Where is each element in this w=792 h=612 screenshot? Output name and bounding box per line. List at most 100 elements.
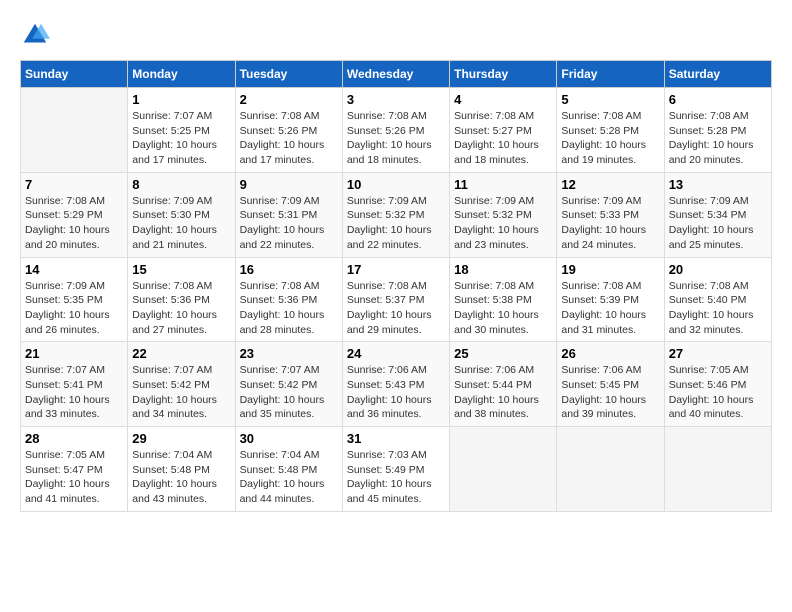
calendar-header: SundayMondayTuesdayWednesdayThursdayFrid…: [21, 61, 772, 88]
day-number: 2: [240, 92, 338, 107]
calendar-cell: 24 Sunrise: 7:06 AMSunset: 5:43 PMDaylig…: [342, 342, 449, 427]
day-number: 7: [25, 177, 123, 192]
day-info: Sunrise: 7:06 AMSunset: 5:45 PMDaylight:…: [561, 363, 659, 422]
day-info: Sunrise: 7:06 AMSunset: 5:44 PMDaylight:…: [454, 363, 552, 422]
calendar-cell: 16 Sunrise: 7:08 AMSunset: 5:36 PMDaylig…: [235, 257, 342, 342]
week-row-1: 7 Sunrise: 7:08 AMSunset: 5:29 PMDayligh…: [21, 172, 772, 257]
day-info: Sunrise: 7:09 AMSunset: 5:31 PMDaylight:…: [240, 194, 338, 253]
week-row-0: 1 Sunrise: 7:07 AMSunset: 5:25 PMDayligh…: [21, 88, 772, 173]
day-info: Sunrise: 7:08 AMSunset: 5:28 PMDaylight:…: [561, 109, 659, 168]
calendar-table: SundayMondayTuesdayWednesdayThursdayFrid…: [20, 60, 772, 512]
day-number: 23: [240, 346, 338, 361]
calendar-cell: 26 Sunrise: 7:06 AMSunset: 5:45 PMDaylig…: [557, 342, 664, 427]
calendar-cell: 6 Sunrise: 7:08 AMSunset: 5:28 PMDayligh…: [664, 88, 771, 173]
header-day-sunday: Sunday: [21, 61, 128, 88]
day-number: 18: [454, 262, 552, 277]
header-day-wednesday: Wednesday: [342, 61, 449, 88]
day-number: 24: [347, 346, 445, 361]
calendar-cell: 29 Sunrise: 7:04 AMSunset: 5:48 PMDaylig…: [128, 427, 235, 512]
calendar-cell: 7 Sunrise: 7:08 AMSunset: 5:29 PMDayligh…: [21, 172, 128, 257]
day-info: Sunrise: 7:08 AMSunset: 5:27 PMDaylight:…: [454, 109, 552, 168]
day-number: 21: [25, 346, 123, 361]
day-number: 25: [454, 346, 552, 361]
day-info: Sunrise: 7:08 AMSunset: 5:36 PMDaylight:…: [132, 279, 230, 338]
calendar-cell: [450, 427, 557, 512]
week-row-4: 28 Sunrise: 7:05 AMSunset: 5:47 PMDaylig…: [21, 427, 772, 512]
day-number: 10: [347, 177, 445, 192]
day-number: 4: [454, 92, 552, 107]
header-day-friday: Friday: [557, 61, 664, 88]
calendar-cell: 21 Sunrise: 7:07 AMSunset: 5:41 PMDaylig…: [21, 342, 128, 427]
page-header: [20, 20, 772, 50]
calendar-cell: 17 Sunrise: 7:08 AMSunset: 5:37 PMDaylig…: [342, 257, 449, 342]
calendar-cell: 23 Sunrise: 7:07 AMSunset: 5:42 PMDaylig…: [235, 342, 342, 427]
calendar-cell: 30 Sunrise: 7:04 AMSunset: 5:48 PMDaylig…: [235, 427, 342, 512]
day-number: 16: [240, 262, 338, 277]
day-info: Sunrise: 7:09 AMSunset: 5:35 PMDaylight:…: [25, 279, 123, 338]
calendar-cell: 10 Sunrise: 7:09 AMSunset: 5:32 PMDaylig…: [342, 172, 449, 257]
calendar-cell: 9 Sunrise: 7:09 AMSunset: 5:31 PMDayligh…: [235, 172, 342, 257]
calendar-cell: [664, 427, 771, 512]
day-info: Sunrise: 7:04 AMSunset: 5:48 PMDaylight:…: [132, 448, 230, 507]
calendar-cell: 22 Sunrise: 7:07 AMSunset: 5:42 PMDaylig…: [128, 342, 235, 427]
day-info: Sunrise: 7:08 AMSunset: 5:36 PMDaylight:…: [240, 279, 338, 338]
day-info: Sunrise: 7:08 AMSunset: 5:38 PMDaylight:…: [454, 279, 552, 338]
day-info: Sunrise: 7:08 AMSunset: 5:40 PMDaylight:…: [669, 279, 767, 338]
calendar-cell: 25 Sunrise: 7:06 AMSunset: 5:44 PMDaylig…: [450, 342, 557, 427]
day-info: Sunrise: 7:08 AMSunset: 5:26 PMDaylight:…: [240, 109, 338, 168]
day-info: Sunrise: 7:07 AMSunset: 5:25 PMDaylight:…: [132, 109, 230, 168]
day-number: 29: [132, 431, 230, 446]
day-number: 27: [669, 346, 767, 361]
day-info: Sunrise: 7:08 AMSunset: 5:39 PMDaylight:…: [561, 279, 659, 338]
day-number: 13: [669, 177, 767, 192]
calendar-cell: 18 Sunrise: 7:08 AMSunset: 5:38 PMDaylig…: [450, 257, 557, 342]
day-number: 14: [25, 262, 123, 277]
day-info: Sunrise: 7:04 AMSunset: 5:48 PMDaylight:…: [240, 448, 338, 507]
day-number: 9: [240, 177, 338, 192]
calendar-cell: 28 Sunrise: 7:05 AMSunset: 5:47 PMDaylig…: [21, 427, 128, 512]
day-info: Sunrise: 7:08 AMSunset: 5:28 PMDaylight:…: [669, 109, 767, 168]
day-number: 11: [454, 177, 552, 192]
week-row-3: 21 Sunrise: 7:07 AMSunset: 5:41 PMDaylig…: [21, 342, 772, 427]
logo: [20, 20, 52, 50]
day-number: 8: [132, 177, 230, 192]
day-info: Sunrise: 7:07 AMSunset: 5:42 PMDaylight:…: [132, 363, 230, 422]
calendar-cell: 13 Sunrise: 7:09 AMSunset: 5:34 PMDaylig…: [664, 172, 771, 257]
day-info: Sunrise: 7:06 AMSunset: 5:43 PMDaylight:…: [347, 363, 445, 422]
logo-icon: [20, 20, 50, 50]
calendar-cell: [21, 88, 128, 173]
calendar-cell: 20 Sunrise: 7:08 AMSunset: 5:40 PMDaylig…: [664, 257, 771, 342]
calendar-cell: 11 Sunrise: 7:09 AMSunset: 5:32 PMDaylig…: [450, 172, 557, 257]
day-info: Sunrise: 7:08 AMSunset: 5:26 PMDaylight:…: [347, 109, 445, 168]
calendar-cell: 19 Sunrise: 7:08 AMSunset: 5:39 PMDaylig…: [557, 257, 664, 342]
day-number: 12: [561, 177, 659, 192]
header-day-thursday: Thursday: [450, 61, 557, 88]
day-number: 5: [561, 92, 659, 107]
calendar-cell: 15 Sunrise: 7:08 AMSunset: 5:36 PMDaylig…: [128, 257, 235, 342]
day-number: 20: [669, 262, 767, 277]
day-info: Sunrise: 7:07 AMSunset: 5:42 PMDaylight:…: [240, 363, 338, 422]
header-day-saturday: Saturday: [664, 61, 771, 88]
calendar-cell: 8 Sunrise: 7:09 AMSunset: 5:30 PMDayligh…: [128, 172, 235, 257]
calendar-cell: 4 Sunrise: 7:08 AMSunset: 5:27 PMDayligh…: [450, 88, 557, 173]
day-info: Sunrise: 7:09 AMSunset: 5:32 PMDaylight:…: [454, 194, 552, 253]
day-info: Sunrise: 7:09 AMSunset: 5:30 PMDaylight:…: [132, 194, 230, 253]
day-number: 26: [561, 346, 659, 361]
header-row: SundayMondayTuesdayWednesdayThursdayFrid…: [21, 61, 772, 88]
day-info: Sunrise: 7:08 AMSunset: 5:29 PMDaylight:…: [25, 194, 123, 253]
calendar-cell: [557, 427, 664, 512]
day-number: 28: [25, 431, 123, 446]
calendar-cell: 2 Sunrise: 7:08 AMSunset: 5:26 PMDayligh…: [235, 88, 342, 173]
calendar-cell: 14 Sunrise: 7:09 AMSunset: 5:35 PMDaylig…: [21, 257, 128, 342]
day-number: 1: [132, 92, 230, 107]
calendar-cell: 1 Sunrise: 7:07 AMSunset: 5:25 PMDayligh…: [128, 88, 235, 173]
day-number: 31: [347, 431, 445, 446]
day-info: Sunrise: 7:08 AMSunset: 5:37 PMDaylight:…: [347, 279, 445, 338]
day-info: Sunrise: 7:07 AMSunset: 5:41 PMDaylight:…: [25, 363, 123, 422]
day-info: Sunrise: 7:09 AMSunset: 5:33 PMDaylight:…: [561, 194, 659, 253]
day-number: 17: [347, 262, 445, 277]
day-info: Sunrise: 7:05 AMSunset: 5:46 PMDaylight:…: [669, 363, 767, 422]
calendar-cell: 27 Sunrise: 7:05 AMSunset: 5:46 PMDaylig…: [664, 342, 771, 427]
day-info: Sunrise: 7:09 AMSunset: 5:32 PMDaylight:…: [347, 194, 445, 253]
calendar-cell: 5 Sunrise: 7:08 AMSunset: 5:28 PMDayligh…: [557, 88, 664, 173]
